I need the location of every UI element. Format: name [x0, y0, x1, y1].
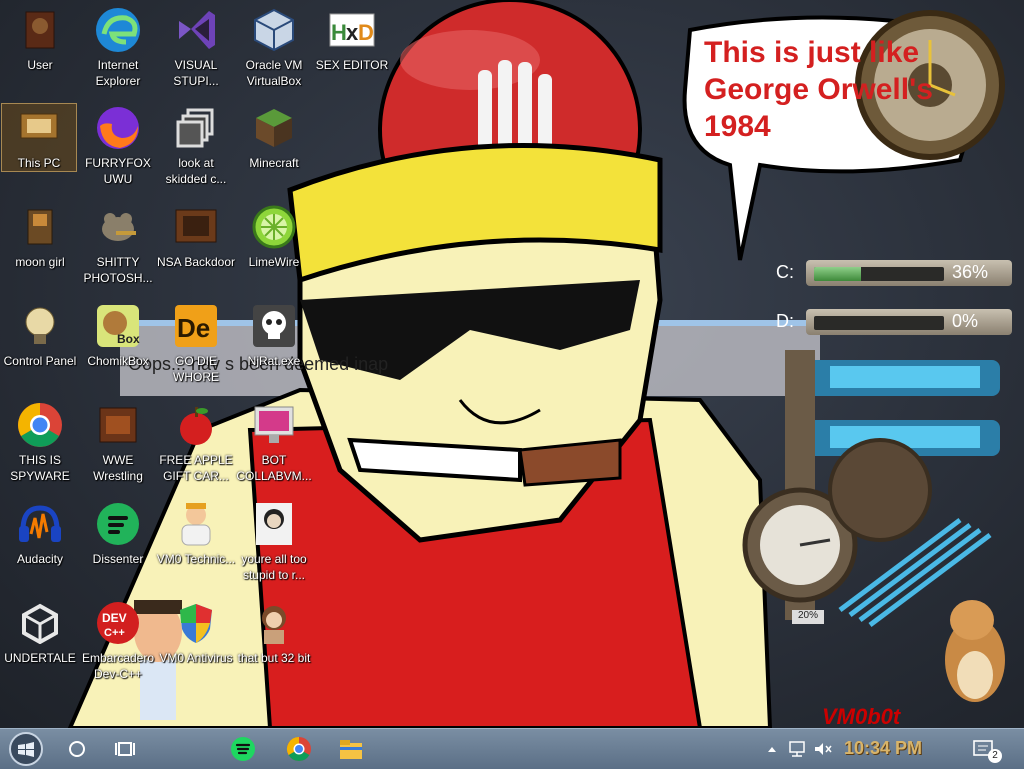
steampunk-frame-icon [172, 203, 220, 251]
drive-letter: D: [776, 311, 794, 331]
desktop-icon-limewire[interactable]: LimeWire [234, 203, 314, 270]
copy-windows-icon [172, 104, 220, 152]
desktop-icon-visual-studio[interactable]: VISUAL STUPI... [156, 6, 236, 89]
speech-bubble-text: This is just like George Orwell's 1984 [704, 36, 933, 143]
network-icon [789, 741, 805, 757]
minecraft-grass-block-icon [250, 104, 298, 152]
desktop-icon-bot-collabvm[interactable]: BOT COLLABVM... [234, 401, 314, 484]
task-view-icon [115, 742, 135, 756]
dissenter-icon [94, 500, 142, 548]
svg-text:De: De [177, 313, 210, 343]
svg-text:Box: Box [117, 332, 140, 346]
portrait-icon [250, 500, 298, 548]
desktop-icon-dissenter[interactable]: Dissenter [78, 500, 158, 567]
desktop-icon-chomikbox[interactable]: Box ChomikBox [78, 302, 158, 369]
desktop-icon-njrat[interactable]: NjRat.exe [234, 302, 314, 369]
desktop-icon-moon-girl[interactable]: moon girl [0, 203, 80, 270]
desktop-icon-shitty-photoshop[interactable]: SHITTY PHOTOSH... [78, 203, 158, 286]
chrome-icon [286, 737, 311, 762]
monitor-icon [250, 401, 298, 449]
edge-browser-icon [94, 6, 142, 54]
devcpp-icon: DEV C++ [94, 599, 142, 647]
gauge-label: 20% [792, 610, 824, 624]
notification-center-button[interactable]: 2 [966, 733, 1002, 765]
drive-percent: 0% [952, 311, 979, 331]
desktop-icon-internet-explorer[interactable]: Internet Explorer [78, 6, 158, 89]
svg-text:C++: C++ [104, 627, 125, 639]
search-circle-icon [69, 741, 85, 757]
desktop-icon-dev-cpp[interactable]: DEV C++ Embarcadero Dev-C++ [78, 599, 158, 682]
file-explorer-icon [340, 740, 362, 759]
desktop-icon-that-but-32-bit[interactable]: that but 32 bit [234, 599, 314, 666]
tray-volume-button[interactable] [810, 733, 836, 765]
virtualbox-icon [250, 6, 298, 54]
drive-c-meter: C: 36% [740, 256, 1012, 290]
desktop-icon-this-is-spyware[interactable]: THIS IS SPYWARE [0, 401, 80, 484]
this-pc-icon [15, 104, 63, 152]
desktop-icon-nsa-backdoor[interactable]: NSA Backdoor [156, 203, 236, 270]
lightbulb-icon [16, 302, 64, 350]
apple-fruit-icon [172, 401, 220, 449]
taskbar-spotify[interactable] [226, 733, 260, 765]
tray-network-button[interactable] [784, 733, 810, 765]
svg-text:DEV: DEV [102, 611, 127, 625]
taskbar-chrome[interactable] [282, 733, 316, 765]
drive-letter: C: [776, 262, 794, 282]
taskbar-clock[interactable]: 10:34 PM [844, 738, 922, 759]
limewire-icon [250, 203, 298, 251]
visual-studio-icon [172, 6, 220, 54]
desktop-icon-minecraft[interactable]: Minecraft [234, 104, 314, 171]
desktop-icon-furryfox[interactable]: FURRYFOX UWU [78, 104, 158, 187]
portrait-lady-icon [250, 599, 298, 647]
desktop-icon-wwe-wrestling[interactable]: WWE Wrestling [78, 401, 158, 484]
wooden-box-icon [16, 203, 64, 251]
volume-muted-icon [815, 743, 832, 755]
chevron-up-icon [768, 747, 776, 752]
gimp-icon [94, 203, 142, 251]
spotify-icon [231, 737, 255, 761]
unity-icon [16, 599, 64, 647]
desktop-icon-free-apple-gift-card[interactable]: FREE APPLE GIFT CAR... [156, 401, 236, 484]
start-button[interactable] [6, 732, 46, 766]
start-orb-icon [9, 732, 43, 766]
chrome-icon [16, 401, 64, 449]
desktop-icon-look-at-skidded[interactable]: look at skidded c... [156, 104, 236, 187]
desktop-icon-sex-editor[interactable]: HxD SEX EDITOR [312, 6, 392, 73]
audacity-icon [16, 500, 64, 548]
desktop-icon-undertale[interactable]: UNDERTALE [0, 599, 80, 666]
watermark: VM0b0t [822, 704, 901, 728]
drive-percent: 36% [952, 262, 989, 282]
firefox-icon [94, 104, 142, 152]
desktop-icon-control-panel[interactable]: Control Panel [0, 302, 80, 369]
desktop-icon-vm0-antivirus[interactable]: VM0 Antivirus [156, 599, 236, 666]
desktop-icon-virtualbox[interactable]: Oracle VM VirtualBox [234, 6, 314, 89]
task-view-button[interactable] [108, 733, 142, 765]
shield-icon [172, 599, 220, 647]
de-app-icon: De [172, 302, 220, 350]
oven-icon [94, 401, 142, 449]
taskbar-file-explorer[interactable] [334, 733, 368, 765]
skull-icon [250, 302, 298, 350]
desktop-icon-youre-all-too-stupid[interactable]: youre all too stupid to r... [234, 500, 314, 583]
drive-d-meter: D: 0% [740, 305, 1012, 339]
desktop-icon-user[interactable]: User [0, 6, 80, 73]
desktop-icon-this-pc[interactable]: This PC [1, 103, 77, 172]
desktop-icon-audacity[interactable]: Audacity [0, 500, 80, 567]
user-folder-icon [16, 6, 64, 54]
taskbar: 10:34 PM 2 [0, 728, 1024, 769]
search-button[interactable] [60, 733, 94, 765]
desktop-icon-go-die[interactable]: De GO DIE WHORE [156, 302, 236, 385]
desktop: This is just like George Orwell's 1984 O… [0, 0, 1024, 728]
hex-editor-icon: HxD [328, 6, 376, 54]
desktop-icon-vm0-technician[interactable]: VM0 Technic... [156, 500, 236, 567]
technician-icon [172, 500, 220, 548]
svg-text:H: H [331, 20, 347, 45]
drive-usage-bar [806, 309, 1012, 335]
chomikbox-hamster-icon: Box [94, 302, 142, 350]
notification-count: 2 [988, 749, 1002, 763]
svg-text:D: D [358, 20, 374, 45]
tray-overflow-button[interactable] [762, 733, 782, 765]
